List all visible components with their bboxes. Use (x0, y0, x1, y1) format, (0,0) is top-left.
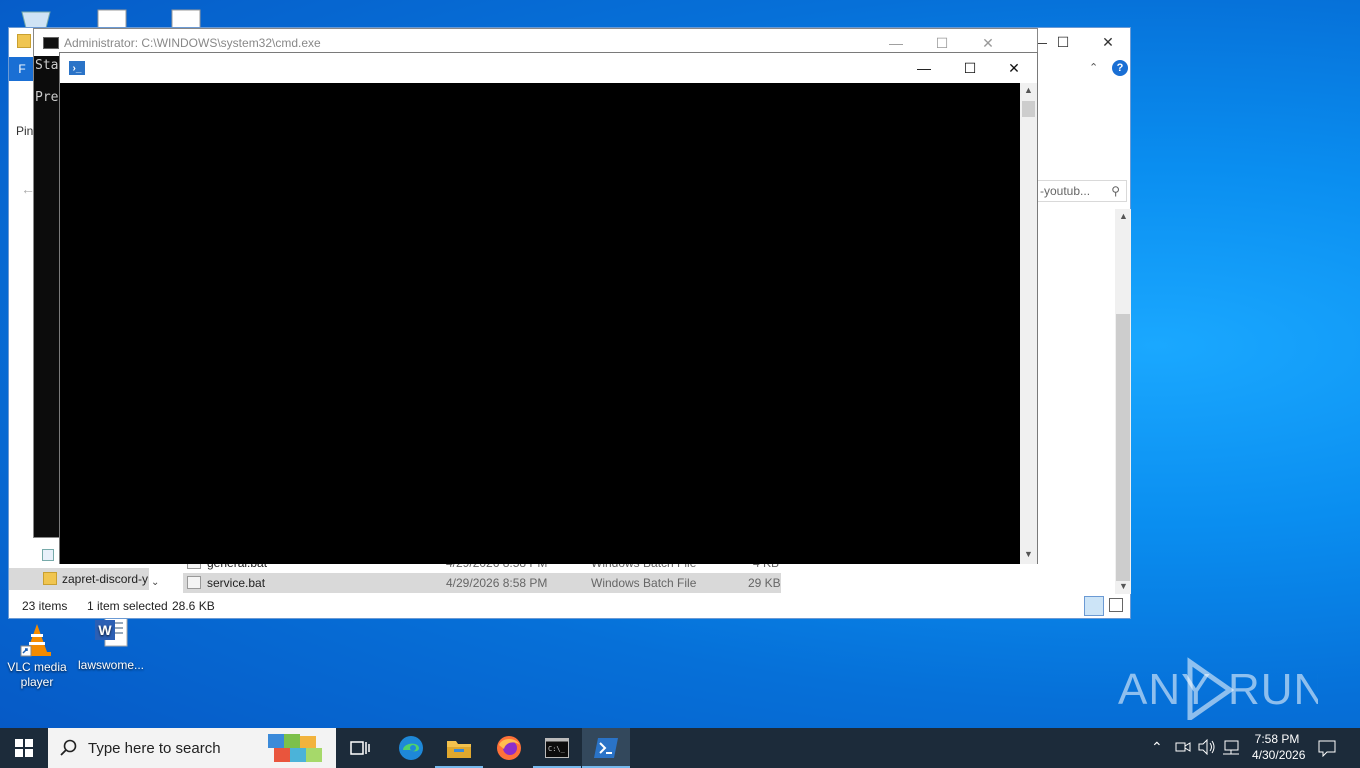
notifications-icon[interactable] (1318, 739, 1336, 760)
folder-icon (17, 34, 31, 48)
search-icon (60, 739, 77, 756)
selection-count: 1 item selected (87, 599, 168, 613)
desktop-icon-vlc[interactable]: VLC media player (1, 620, 73, 690)
batch-file-icon (187, 576, 201, 589)
file-size: 29 KB (748, 576, 781, 590)
selection-size: 28.6 KB (172, 599, 215, 613)
scroll-down-icon[interactable]: ▼ (1119, 581, 1128, 591)
cmd-icon (43, 37, 59, 49)
search-placeholder: Type here to search (88, 740, 221, 757)
scrollbar-thumb[interactable] (1116, 314, 1130, 581)
task-view-button[interactable] (336, 728, 384, 768)
recycle-icon (42, 549, 54, 561)
clock[interactable]: 7:58 PM 4/30/2026 (1252, 732, 1306, 762)
powershell-console[interactable] (60, 83, 1021, 564)
svg-text:RUN: RUN (1228, 665, 1318, 714)
meet-now-icon[interactable] (1175, 739, 1191, 758)
cmd-title: Administrator: C:\WINDOWS\system32\cmd.e… (64, 36, 321, 50)
svg-text:ANY: ANY (1118, 665, 1211, 714)
status-bar: 23 items 1 item selected 28.6 KB (9, 594, 1130, 618)
show-hidden-icons-chevron-icon[interactable]: ⌃ (1151, 739, 1163, 756)
nav-item-folder[interactable]: zapret-discord-y (9, 568, 149, 590)
ps-close-button[interactable]: ✕ (991, 53, 1037, 83)
taskbar-app-powershell[interactable] (582, 728, 630, 768)
file-type: Windows Batch File (591, 576, 697, 590)
ribbon-pin-label: Pin (16, 124, 34, 138)
nav-item-label: zapret-discord-y (62, 572, 149, 586)
close-button[interactable]: ✕ (1085, 28, 1131, 56)
desktop-icon-label: lawswome... (77, 658, 145, 672)
powershell-titlebar[interactable]: ›_ — ☐ ✕ (60, 53, 1037, 83)
cmd-icon: C:\_ (545, 738, 569, 758)
maximize-button[interactable]: ☐ (1040, 28, 1086, 56)
powershell-icon: ›_ (69, 61, 85, 75)
search-text: -youtub... (1040, 184, 1091, 198)
scroll-down-icon[interactable]: ▼ (1024, 549, 1033, 559)
taskbar: Type here to search C:\_ ⌃ 7:58 PM 4/30/… (0, 728, 1360, 768)
large-icons-view-icon[interactable] (1109, 598, 1123, 612)
item-count: 23 items (22, 599, 68, 613)
scroll-up-icon[interactable]: ▲ (1024, 85, 1033, 95)
taskbar-app-cmd[interactable]: C:\_ (533, 728, 581, 768)
anyrun-watermark: ANY RUN (1118, 656, 1318, 720)
file-date: 4/29/2026 8:58 PM (446, 576, 548, 590)
powershell-icon (594, 738, 618, 758)
clock-date: 4/30/2026 (1252, 748, 1306, 762)
file-row-selected[interactable]: service.bat 4/29/2026 8:58 PM Windows Ba… (183, 573, 781, 593)
network-icon[interactable] (1222, 739, 1240, 758)
nav-scroll-down-icon[interactable]: ⌄ (151, 577, 159, 588)
taskbar-app-file-explorer[interactable] (435, 728, 483, 768)
ribbon-collapse-icon[interactable]: ⌃ (1089, 61, 1105, 77)
file-list-scrollbar[interactable]: ▲ ▼ (1115, 209, 1131, 594)
recycle-bin-icon[interactable] (18, 8, 54, 29)
folder-icon (43, 572, 57, 585)
search-highlight-icon (266, 730, 328, 766)
taskbar-search-box[interactable]: Type here to search (48, 728, 336, 768)
desktop-icon-word-doc[interactable]: W lawswome... (75, 612, 147, 673)
vlc-icon (17, 620, 57, 660)
svg-text:C:\_: C:\_ (548, 745, 566, 753)
help-icon[interactable]: ? (1112, 60, 1128, 76)
file-explorer-icon (447, 741, 471, 758)
edge-icon (399, 736, 423, 760)
powershell-window: ›_ — ☐ ✕ ▲ ▼ (59, 52, 1038, 564)
powershell-scrollbar[interactable]: ▲ ▼ (1020, 83, 1037, 564)
taskbar-app-edge[interactable] (387, 728, 435, 768)
taskbar-app-firefox[interactable] (485, 728, 533, 768)
clock-time: 7:58 PM (1254, 732, 1300, 746)
svg-text:W: W (98, 622, 112, 638)
firefox-icon (497, 736, 521, 760)
start-button[interactable] (0, 728, 48, 768)
scroll-up-icon[interactable]: ▲ (1119, 211, 1128, 221)
console-line: Sta (35, 58, 59, 73)
scrollbar-thumb[interactable] (1022, 101, 1035, 117)
task-view-icon (350, 741, 370, 755)
details-view-icon[interactable] (1084, 596, 1104, 616)
file-name: service.bat (207, 576, 266, 590)
ribbon-file-tab[interactable]: F (9, 57, 35, 81)
windows-logo-icon (15, 739, 33, 757)
ps-maximize-button[interactable]: ☐ (947, 53, 993, 83)
search-icon: ⚲ (1111, 184, 1120, 198)
desktop-icon-label: VLC media player (7, 660, 67, 689)
volume-icon[interactable] (1198, 738, 1216, 758)
search-box[interactable]: -youtub... ⚲ (1037, 180, 1127, 202)
console-line: Pre (35, 90, 59, 105)
desktop-file-icon[interactable] (96, 8, 128, 29)
desktop-file-icon[interactable] (170, 8, 202, 29)
ps-minimize-button[interactable]: — (901, 53, 947, 83)
